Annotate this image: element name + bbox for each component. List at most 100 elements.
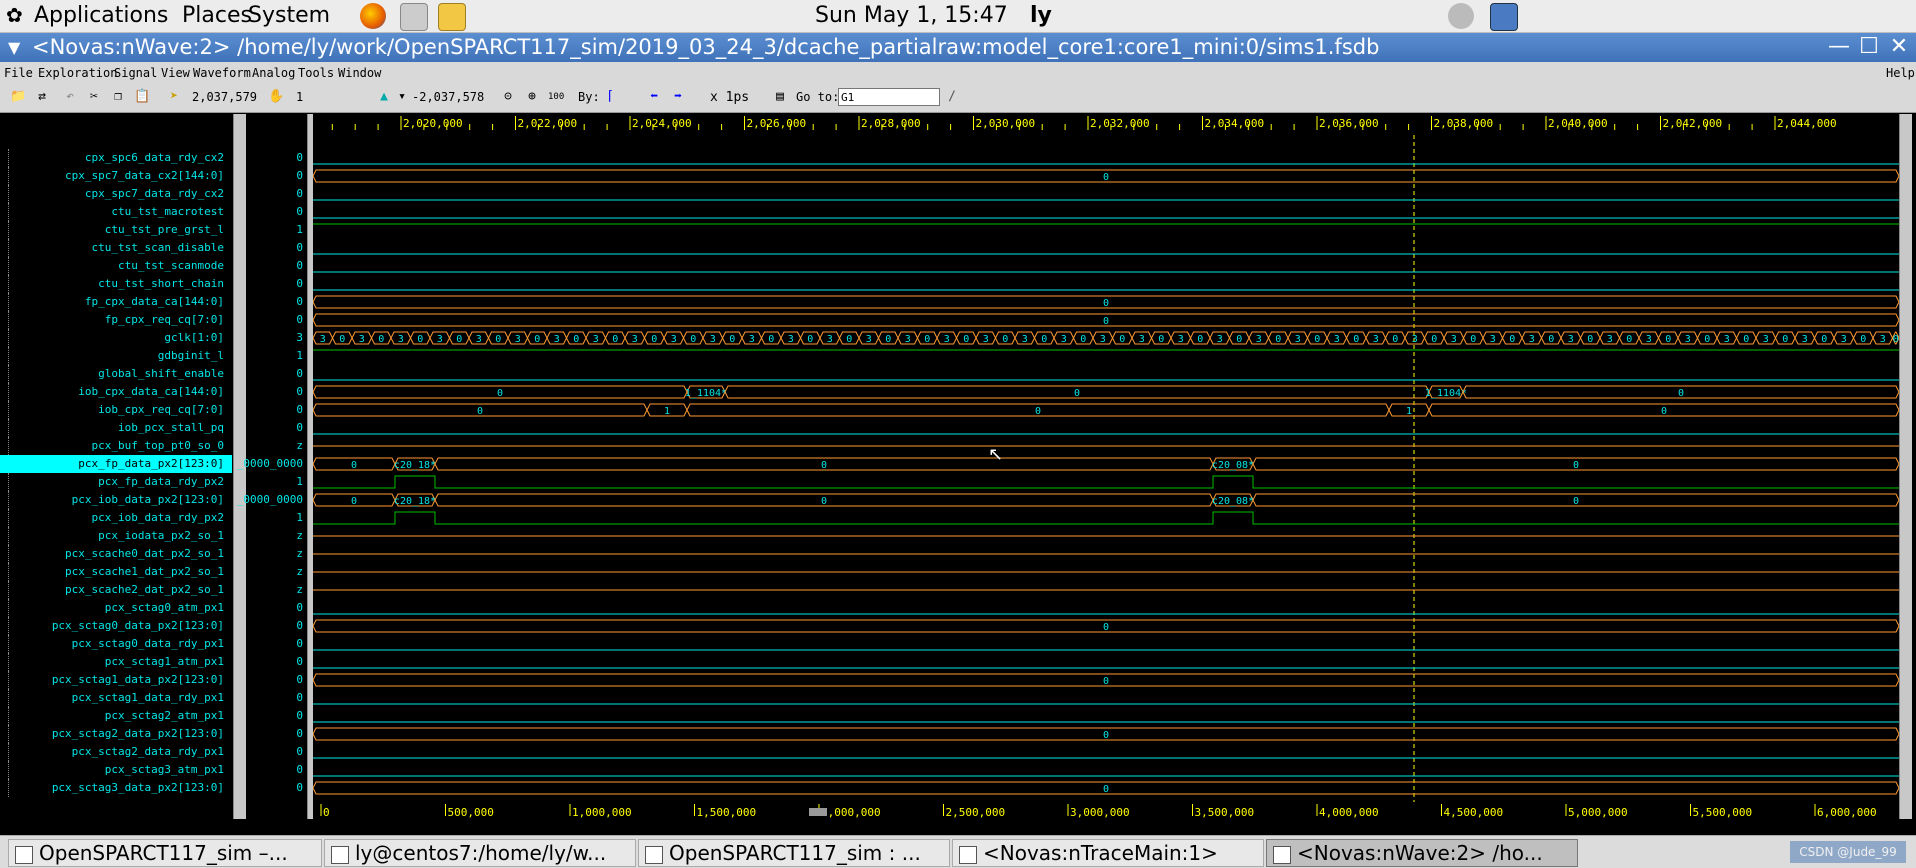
signal-name[interactable]: cpx_spc7_data_cx2[144:0] bbox=[65, 167, 224, 185]
signal-name[interactable]: pcx_sctag1_data_rdy_px1 bbox=[72, 689, 224, 707]
gnome-foot-icon[interactable]: ✿ bbox=[6, 3, 23, 27]
signal-name[interactable]: pcx_buf_top_pt0_so_0 bbox=[92, 437, 224, 455]
firefox-icon[interactable] bbox=[360, 3, 386, 29]
signal-name[interactable]: pcx_sctag0_atm_px1 bbox=[105, 599, 224, 617]
signal-name[interactable]: pcx_fp_data_px2[123:0] bbox=[0, 455, 232, 473]
window-menu-icon[interactable]: ▼ bbox=[8, 33, 20, 62]
network-icon[interactable] bbox=[1490, 3, 1518, 31]
signal-name-pane[interactable]: cpx_spc6_data_rdy_cx2 cpx_spc7_data_cx2[1… bbox=[0, 114, 232, 819]
close-icon[interactable]: ✕ bbox=[1887, 35, 1911, 59]
tree-line bbox=[8, 437, 17, 455]
pointer-icon[interactable]: ➤ bbox=[166, 89, 182, 105]
paste-icon[interactable]: 📋 bbox=[134, 89, 150, 105]
signal-name[interactable]: iob_cpx_req_cq[7:0] bbox=[98, 401, 224, 419]
copy-icon[interactable]: ❐ bbox=[110, 89, 126, 105]
signal-name[interactable]: pcx_scache1_dat_px2_so_1 bbox=[65, 563, 224, 581]
signal-name[interactable]: pcx_scache2_dat_px2_so_1 bbox=[65, 581, 224, 599]
signal-name[interactable]: ctu_tst_scanmode bbox=[118, 257, 224, 275]
system-menu[interactable]: System bbox=[248, 2, 330, 30]
applications-menu[interactable]: Applications bbox=[34, 2, 168, 30]
reload-icon[interactable]: ⇄ bbox=[34, 89, 50, 105]
clock[interactable]: Sun May 1, 15:47 bbox=[815, 2, 1008, 30]
menu-view[interactable]: View bbox=[161, 62, 190, 84]
signal-name[interactable]: pcx_sctag0_data_px2[123:0] bbox=[52, 617, 224, 635]
annotate-icon[interactable]: ▤ bbox=[772, 89, 788, 105]
ruler-label: 2,028,000 bbox=[861, 117, 921, 130]
zoom-in-icon[interactable]: ⊕ bbox=[524, 89, 540, 105]
signal-name[interactable]: pcx_sctag0_data_rdy_px1 bbox=[72, 635, 224, 653]
notes-icon[interactable] bbox=[438, 3, 466, 31]
task-nwave[interactable]: <Novas:nWave:2> /ho... bbox=[1266, 839, 1578, 867]
signal-name[interactable]: iob_pcx_stall_pq bbox=[118, 419, 224, 437]
cut-icon[interactable]: ✂ bbox=[86, 89, 102, 105]
menu-signal[interactable]: Signal bbox=[114, 62, 157, 84]
signal-name[interactable]: ctu_tst_pre_grst_l bbox=[105, 221, 224, 239]
signal-name[interactable]: fp_cpx_req_cq[7:0] bbox=[105, 311, 224, 329]
volume-icon[interactable] bbox=[1448, 3, 1474, 29]
waveform-pane[interactable]: 2,020,000 2,022,000 2,024,000 2,026,000 2,02… bbox=[313, 114, 1899, 819]
signal-name[interactable]: cpx_spc7_data_rdy_cx2 bbox=[85, 185, 224, 203]
places-menu[interactable]: Places bbox=[182, 2, 252, 30]
search-forward-icon[interactable]: ➡ bbox=[670, 89, 686, 105]
signal-name[interactable]: pcx_scache0_dat_px2_so_1 bbox=[65, 545, 224, 563]
signal-name[interactable]: pcx_iodata_px2_so_1 bbox=[98, 527, 224, 545]
top-time-ruler[interactable]: 2,020,000 2,022,000 2,024,000 2,026,000 2,02… bbox=[313, 114, 1899, 132]
signal-name[interactable]: cpx_spc6_data_rdy_cx2 bbox=[85, 149, 224, 167]
marker-icon[interactable]: ✋ bbox=[268, 89, 284, 105]
tree-line bbox=[8, 419, 17, 437]
waveform-scrollbar[interactable] bbox=[1899, 114, 1912, 819]
open-icon[interactable]: 📁 bbox=[10, 89, 26, 105]
signal-name[interactable]: pcx_fp_data_rdy_px2 bbox=[98, 473, 224, 491]
search-backward-icon[interactable]: ⬅ bbox=[646, 89, 662, 105]
signal-name[interactable]: pcx_sctag3_atm_px1 bbox=[105, 761, 224, 779]
minimize-icon[interactable]: — bbox=[1827, 35, 1851, 59]
signal-name[interactable]: pcx_sctag2_atm_px1 bbox=[105, 707, 224, 725]
goto-input[interactable] bbox=[838, 88, 940, 106]
delta-icon[interactable]: ▲ bbox=[376, 89, 392, 105]
signal-name[interactable]: gclk[1:0] bbox=[164, 329, 224, 347]
signal-value: 3 bbox=[296, 331, 303, 344]
tree-line bbox=[8, 743, 17, 761]
menu-tools[interactable]: Tools bbox=[298, 62, 334, 84]
signal-name[interactable]: pcx_iob_data_px2[123:0] bbox=[72, 491, 224, 509]
menu-help[interactable]: Help bbox=[1886, 62, 1915, 84]
signal-name[interactable]: ctu_tst_scan_disable bbox=[92, 239, 224, 257]
signal-name[interactable]: ctu_tst_short_chain bbox=[98, 275, 224, 293]
window-titlebar[interactable]: ▼ <Novas:nWave:2> /home/ly/work/OpenSPAR… bbox=[0, 33, 1916, 62]
signal-name[interactable]: global_shift_enable bbox=[98, 365, 224, 383]
user-name[interactable]: ly bbox=[1030, 2, 1052, 30]
bus-label: 0 bbox=[1548, 334, 1554, 345]
signal-name[interactable]: pcx_sctag2_data_rdy_px1 bbox=[72, 743, 224, 761]
signal-name[interactable]: pcx_sctag1_data_px2[123:0] bbox=[52, 671, 224, 689]
zoom-fit-icon[interactable]: 100 bbox=[548, 89, 564, 105]
task-terminal[interactable]: ly@centos7:/home/ly/w... bbox=[324, 839, 636, 867]
signal-value-pane[interactable]: 0 0 0 0 1 0 0 0 0 0 3 1 0 0 0 0 z _0000_0000 1 _0000_0000 1 z… bbox=[237, 114, 307, 819]
task-ntrace[interactable]: <Novas:nTraceMain:1> bbox=[952, 839, 1264, 867]
signal-name[interactable]: pcx_sctag1_atm_px1 bbox=[105, 653, 224, 671]
bus-label: 3 bbox=[671, 334, 677, 345]
menu-waveform[interactable]: Waveform bbox=[193, 62, 251, 84]
signal-name[interactable]: ctu_tst_macrotest bbox=[111, 203, 224, 221]
signal-value: 0 bbox=[296, 763, 303, 776]
signal-name[interactable]: pcx_sctag2_data_px2[123:0] bbox=[52, 725, 224, 743]
menu-window[interactable]: Window bbox=[338, 62, 381, 84]
signal-name[interactable]: fp_cpx_data_ca[144:0] bbox=[85, 293, 224, 311]
maximize-icon[interactable]: ☐ bbox=[1857, 35, 1881, 59]
goto-dropdown-icon[interactable]: ∕ bbox=[944, 89, 960, 105]
undo-icon[interactable]: ↶ bbox=[62, 89, 78, 105]
signal-name[interactable]: pcx_iob_data_rdy_px2 bbox=[92, 509, 224, 527]
edge-icon[interactable]: ⌈ bbox=[602, 89, 618, 105]
tree-line bbox=[8, 347, 17, 365]
task-openSPARC-1[interactable]: OpenSPARCT117_sim –... bbox=[8, 839, 322, 867]
signal-name[interactable]: pcx_sctag3_data_px2[123:0] bbox=[52, 779, 224, 797]
signal-name[interactable]: iob_cpx_data_ca[144:0] bbox=[78, 383, 224, 401]
task-openSPARC-2[interactable]: OpenSPARCT117_sim : ... bbox=[638, 839, 950, 867]
zoom-out-icon[interactable]: ⊝ bbox=[500, 89, 516, 105]
bottom-time-ruler[interactable]: 0 500,000 1,000,000 1,500,000 2,000,000 2,500… bbox=[313, 802, 1899, 819]
delta-dropdown-icon[interactable]: ▾ bbox=[394, 89, 410, 105]
menu-analog[interactable]: Analog bbox=[252, 62, 295, 84]
signal-name[interactable]: gdbginit_l bbox=[158, 347, 224, 365]
menu-file[interactable]: File bbox=[4, 62, 33, 84]
menu-exploration[interactable]: Exploration bbox=[38, 62, 117, 84]
mail-icon[interactable] bbox=[400, 3, 428, 31]
